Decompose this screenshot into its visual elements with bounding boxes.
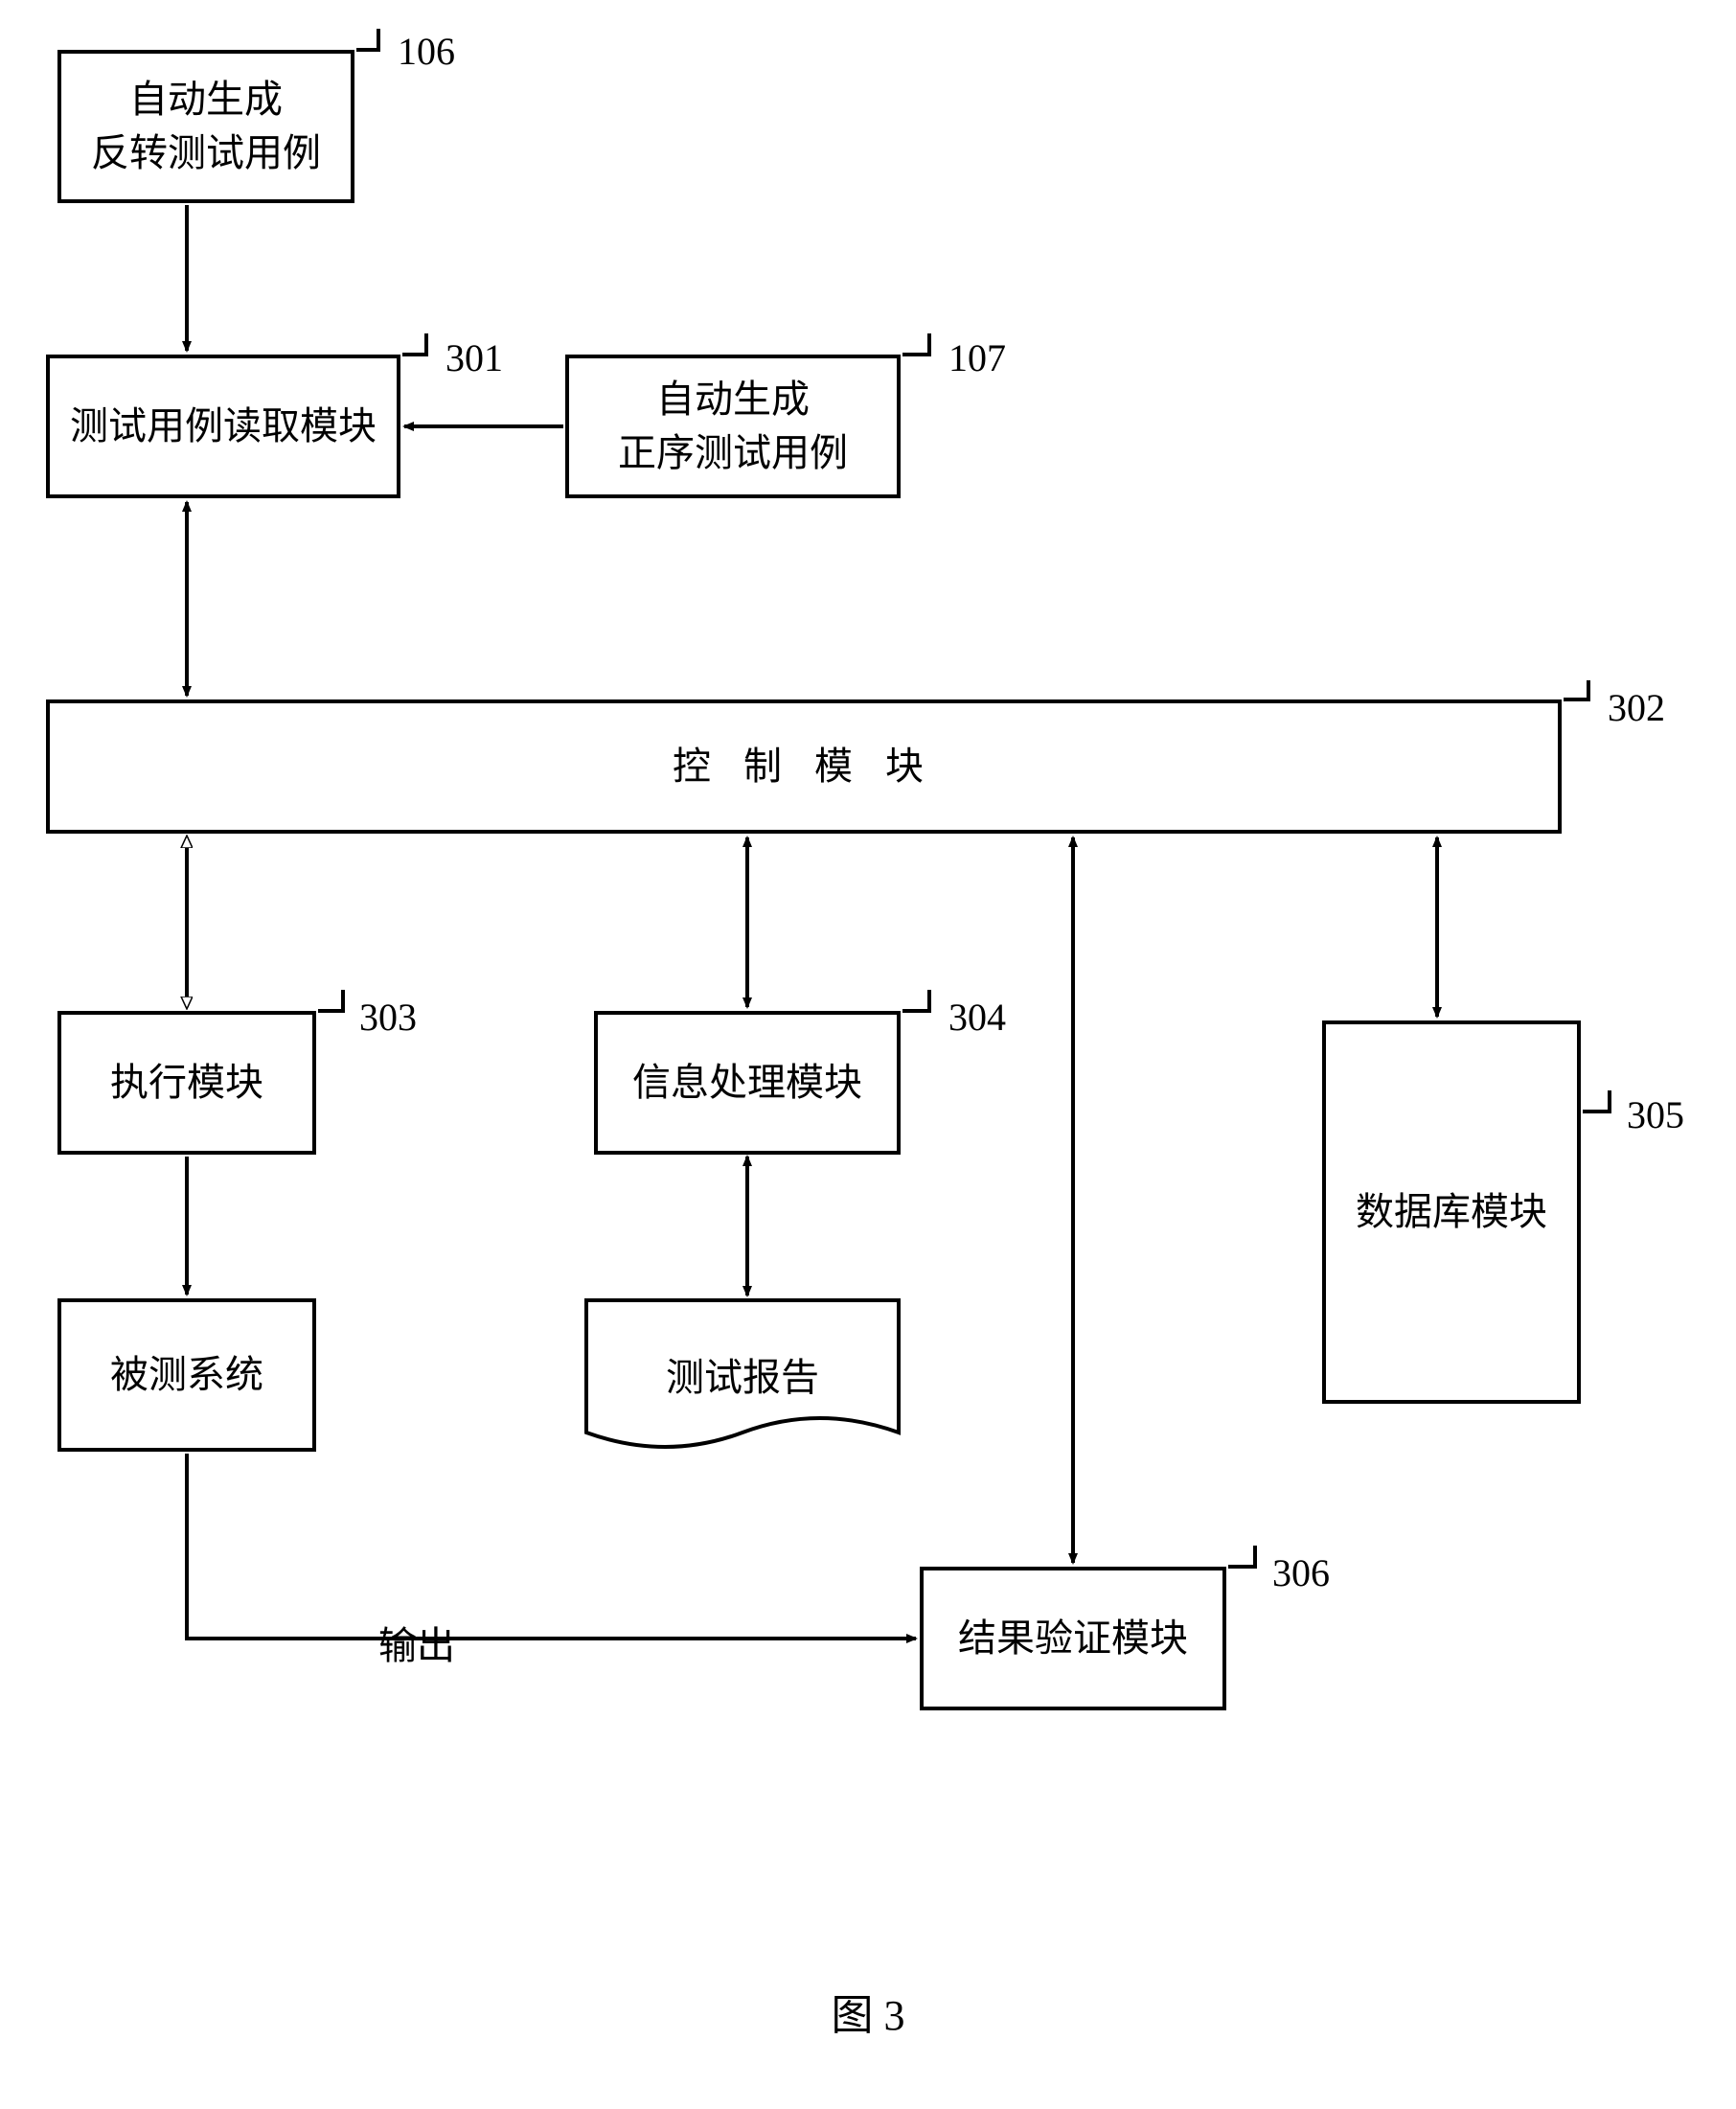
ref-302: 302: [1608, 685, 1665, 730]
figure-caption: 图 3: [832, 1981, 905, 2042]
doc-test-report-text: 测试报告: [584, 1346, 901, 1402]
ref-305: 305: [1627, 1092, 1684, 1137]
box-test-case-reader: 测试用例读取模块: [46, 355, 400, 498]
box-auto-gen-forward-text: 自动生成 正序测试用例: [618, 373, 848, 480]
box-db-module: 数据库模块: [1322, 1020, 1581, 1404]
ref-301: 301: [445, 335, 503, 380]
box-exec-module-text: 执行模块: [110, 1056, 263, 1110]
box-exec-module: 执行模块: [57, 1011, 316, 1155]
box-control-module: 控 制 模 块: [46, 699, 1562, 834]
box-auto-gen-reverse-text: 自动生成 反转测试用例: [91, 73, 321, 180]
box-info-module: 信息处理模块: [594, 1011, 901, 1155]
label-output: 输出: [378, 1615, 455, 1670]
ref-304: 304: [948, 995, 1006, 1040]
ref-107: 107: [948, 335, 1006, 380]
box-auto-gen-reverse: 自动生成 反转测试用例: [57, 50, 354, 203]
box-tested-system: 被测系统: [57, 1298, 316, 1452]
box-control-module-text: 控 制 模 块: [673, 740, 935, 793]
box-tested-system-text: 被测系统: [110, 1348, 263, 1402]
ref-303: 303: [359, 995, 417, 1040]
box-test-case-reader-text: 测试用例读取模块: [70, 400, 377, 453]
box-info-module-text: 信息处理模块: [632, 1056, 862, 1110]
box-result-verify: 结果验证模块: [920, 1567, 1226, 1710]
doc-test-report: 测试报告: [584, 1298, 901, 1452]
ref-306: 306: [1272, 1550, 1330, 1595]
ref-106: 106: [398, 29, 455, 74]
box-db-module-text: 数据库模块: [1356, 1185, 1547, 1239]
box-result-verify-text: 结果验证模块: [958, 1612, 1188, 1665]
box-auto-gen-forward: 自动生成 正序测试用例: [565, 355, 901, 498]
